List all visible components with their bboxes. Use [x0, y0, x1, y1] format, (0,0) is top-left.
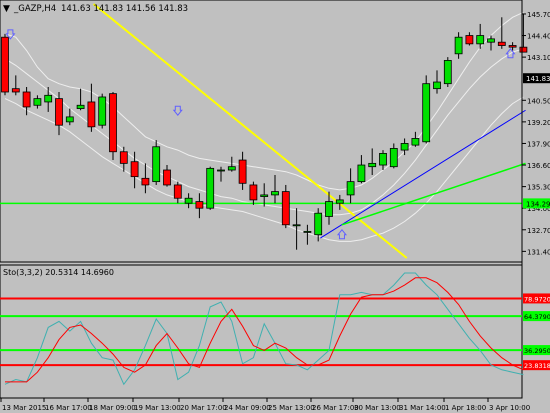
- bear-candle-body: [163, 169, 171, 186]
- price-tick-label: 145.70: [527, 11, 550, 19]
- candle: [98, 93, 107, 129]
- stochastic-label: Sto(3,3,2) 20.5314 14.6960: [3, 268, 114, 277]
- bear-candle-body: [465, 35, 474, 45]
- bear-candle-body: [141, 177, 150, 186]
- candle: [1, 33, 9, 96]
- time-tick-label: 24 Mar 09:00: [224, 404, 271, 412]
- bull-candle-body: [346, 181, 355, 196]
- bull-candle-body: [433, 81, 441, 90]
- time-tick-label: 20 Mar 17:00: [180, 404, 227, 412]
- bull-candle-body: [303, 231, 312, 233]
- bull-candle-body: [443, 60, 452, 85]
- bull-candle-body: [400, 143, 409, 151]
- bear-candle-body: [508, 45, 517, 48]
- candle: [443, 57, 452, 88]
- bear-candle-body: [1, 36, 9, 93]
- candle: [422, 75, 431, 144]
- bull-candle-body: [368, 162, 377, 168]
- bear-candle-body: [130, 161, 139, 178]
- time-tick-label: 13 Mar 2015: [2, 404, 46, 412]
- bear-candle-body: [55, 98, 63, 126]
- bull-candle-body: [184, 197, 193, 204]
- bear-candle-body: [195, 201, 204, 209]
- stochastic-level-label: 64.3790: [524, 313, 550, 321]
- bear-candle-body: [173, 184, 182, 199]
- support-price-label: 134.29: [526, 200, 550, 208]
- bull-candle-body: [335, 199, 344, 204]
- candle: [281, 184, 290, 229]
- price-tick-label: 140.50: [527, 97, 550, 105]
- price-tick-label: 135.30: [527, 184, 550, 192]
- price-tick-label: 131.40: [527, 248, 550, 256]
- bull-candle-body: [271, 191, 279, 196]
- bull-candle-body: [422, 83, 431, 143]
- symbol-label: _GAZP,H4: [13, 4, 56, 14]
- bull-candle-body: [44, 94, 53, 103]
- bull-candle-body: [325, 201, 333, 217]
- bull-candle-body: [454, 36, 463, 55]
- menu-arrow-icon[interactable]: ▼: [3, 4, 10, 14]
- bear-candle-body: [281, 191, 290, 226]
- stochastic-level-label: 78.9720: [524, 295, 550, 303]
- candle: [152, 140, 161, 185]
- time-tick-label: 25 Mar 13:00: [268, 404, 315, 412]
- time-tick-label: 19 Mar 13:00: [134, 404, 181, 412]
- bull-candle-body: [314, 212, 323, 236]
- time-tick-label: 26 Mar 17:00: [312, 404, 359, 412]
- bear-candle-body: [119, 151, 128, 164]
- bull-candle-body: [152, 146, 161, 183]
- time-tick-label: 16 Mar 17:00: [45, 404, 92, 412]
- bull-candle-body: [411, 138, 420, 146]
- price-tick-label: 136.60: [527, 162, 550, 170]
- price-tick-label: 144.40: [527, 33, 550, 41]
- price-tick-label: 143.10: [527, 54, 550, 62]
- bull-candle-body: [227, 166, 236, 171]
- trading-chart[interactable]: ▼ _GAZP,H4 141.63 141.83 141.56 141.83 1…: [0, 0, 550, 413]
- time-tick-label: 31 Mar 14:00: [399, 404, 446, 412]
- bull-candle-body: [476, 35, 485, 45]
- bull-candle-body: [33, 98, 42, 106]
- ohlc-readout: 141.63 141.83 141.56 141.83: [61, 4, 188, 14]
- bear-candle-body: [11, 88, 20, 93]
- price-tick-label: 139.20: [527, 119, 550, 127]
- time-tick-label: 18 Mar 09:00: [89, 404, 136, 412]
- bull-candle-body: [292, 224, 301, 227]
- time-tick-label: 1 Apr 18:00: [445, 404, 486, 412]
- bull-candle-body: [357, 164, 366, 183]
- time-tick-label: 30 Mar 13:00: [354, 404, 401, 412]
- stochastic-level-label: 36.2950: [524, 347, 550, 355]
- bull-candle-body: [98, 96, 107, 126]
- bull-candle-body: [65, 116, 74, 123]
- stochastic-level-label: 23.8318: [524, 362, 550, 370]
- bull-candle-body: [76, 104, 85, 109]
- candle: [206, 166, 215, 210]
- candle: [109, 91, 117, 161]
- bear-candle-body: [22, 91, 31, 108]
- bull-candle-body: [217, 169, 225, 172]
- bear-candle-body: [249, 184, 258, 201]
- bull-candle-body: [379, 153, 387, 166]
- bear-candle-body: [519, 46, 528, 53]
- time-tick-label: 3 Apr 10:00: [489, 404, 530, 412]
- bull-candle-body: [260, 194, 269, 197]
- bull-candle-body: [206, 167, 215, 209]
- current-price-label: 141.83: [526, 75, 550, 83]
- bear-candle-body: [238, 159, 247, 184]
- bull-candle-body: [389, 148, 398, 168]
- bear-candle-body: [109, 93, 117, 153]
- price-tick-label: 137.90: [527, 140, 550, 148]
- bull-candle-body: [487, 38, 495, 43]
- bear-candle-body: [87, 101, 96, 128]
- price-tick-label: 132.70: [527, 227, 550, 235]
- bear-candle-body: [497, 41, 506, 46]
